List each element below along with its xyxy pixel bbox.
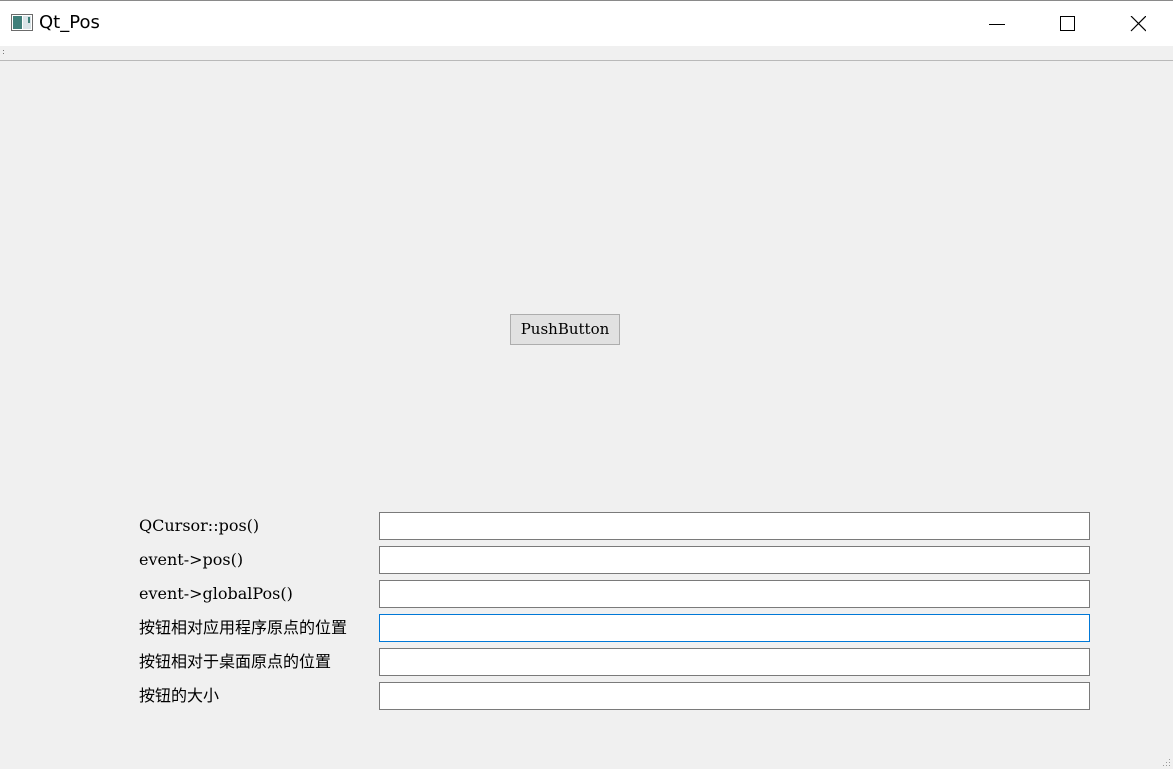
label-qcursor-pos: QCursor::pos(): [139, 516, 260, 535]
minimize-icon: [989, 24, 1005, 25]
maximize-icon: [1060, 16, 1075, 31]
window-title: Qt_Pos: [39, 12, 100, 33]
push-button[interactable]: PushButton: [510, 314, 620, 345]
event-global-pos-field[interactable]: [379, 580, 1090, 608]
minimize-button[interactable]: [962, 1, 1032, 46]
label-button-desktop-origin-pos: 按钮相对于桌面原点的位置: [139, 652, 332, 671]
app-icon: [11, 14, 33, 31]
qt-pos-window: Qt_Pos PushButton QCursor::pos() event->…: [0, 0, 1173, 769]
label-event-pos: event->pos(): [139, 550, 244, 569]
button-size-field[interactable]: [379, 682, 1090, 710]
resize-grip-icon[interactable]: [1161, 757, 1171, 767]
label-button-size: 按钮的大小: [139, 686, 220, 705]
label-button-app-origin-pos: 按钮相对应用程序原点的位置: [139, 618, 348, 637]
title-bar[interactable]: Qt_Pos: [0, 1, 1173, 46]
maximize-button[interactable]: [1032, 1, 1102, 46]
main-toolbar: [0, 46, 1173, 61]
close-button[interactable]: [1103, 1, 1173, 46]
button-app-origin-pos-field[interactable]: [379, 614, 1090, 642]
event-pos-field[interactable]: [379, 546, 1090, 574]
label-event-global-pos: event->globalPos(): [139, 584, 293, 603]
button-desktop-origin-pos-field[interactable]: [379, 648, 1090, 676]
close-icon: [1130, 16, 1146, 32]
qcursor-pos-field[interactable]: [379, 512, 1090, 540]
toolbar-grip-icon[interactable]: [3, 49, 5, 57]
